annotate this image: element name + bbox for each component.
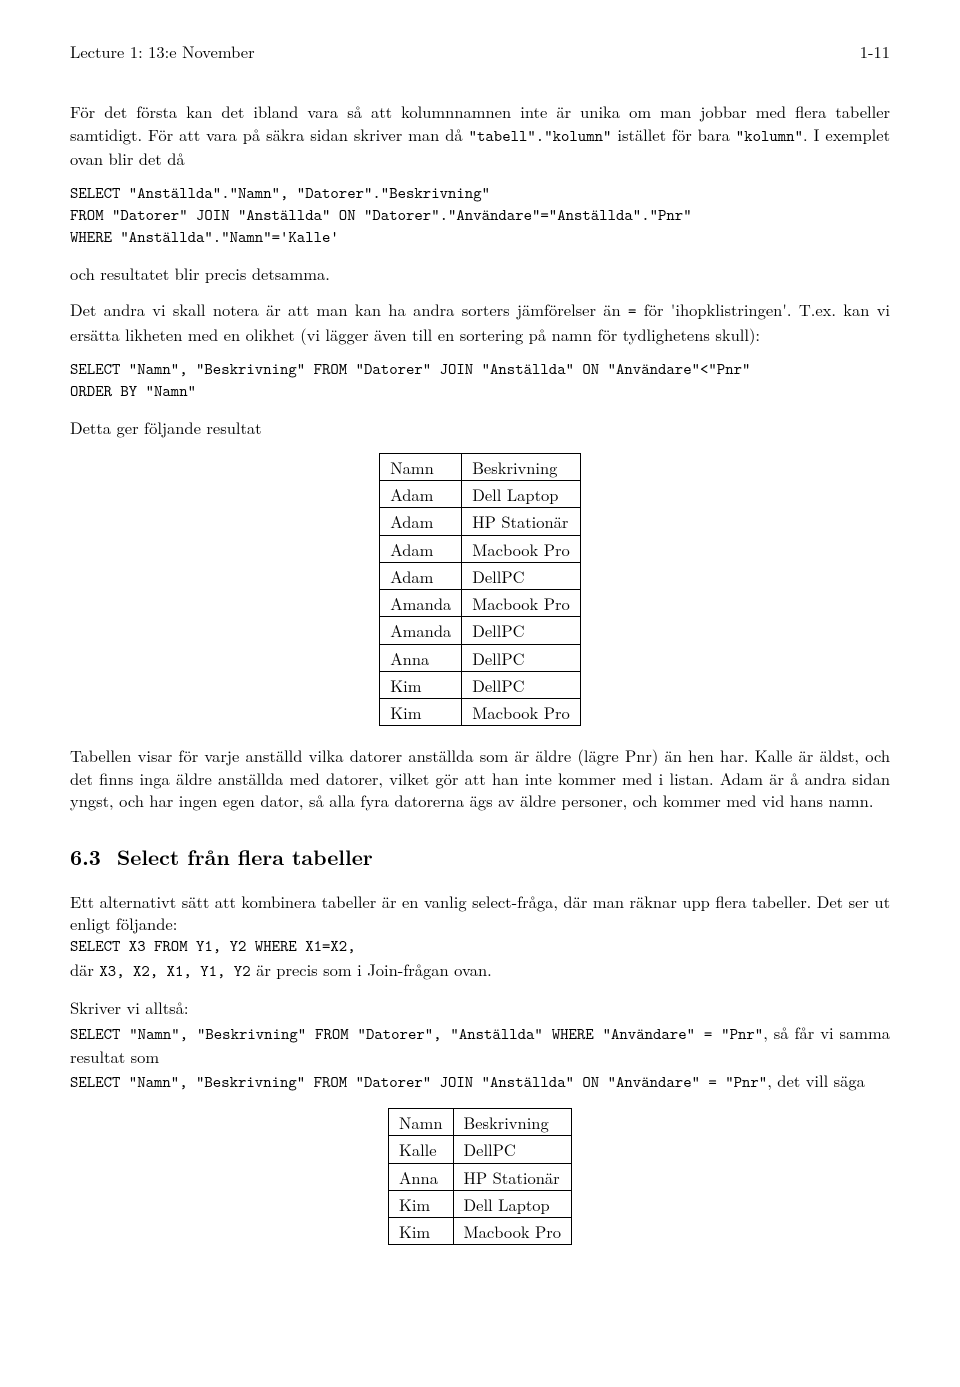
table-cell: HP Stationär — [453, 1163, 571, 1190]
table-row: KimDell Laptop — [388, 1190, 571, 1217]
table-header-cell: Namn — [388, 1108, 453, 1135]
table-row: KalleDellPC — [388, 1136, 571, 1163]
text: Det andra vi skall notera är att man kan… — [70, 297, 628, 321]
table-cell: DellPC — [462, 671, 580, 698]
table-cell: Anna — [388, 1163, 453, 1190]
result-table-2: Namn Beskrivning KalleDellPC AnnaHP Stat… — [388, 1108, 572, 1245]
table-cell: Macbook Pro — [462, 699, 580, 726]
text: där — [70, 957, 99, 981]
table-row: AmandaMacbook Pro — [380, 590, 580, 617]
table-row: AmandaDellPC — [380, 617, 580, 644]
table-row: AnnaHP Stationär — [388, 1163, 571, 1190]
table-cell: DellPC — [462, 617, 580, 644]
code-block-1: SELECT "Anställda"."Namn", "Datorer"."Be… — [70, 183, 890, 248]
table-cell: Kalle — [388, 1136, 453, 1163]
code-inline: X3, X2, X1, Y1, Y2 — [99, 961, 250, 982]
text: istället för bara — [611, 122, 735, 146]
paragraph-8c: SELECT "Namn", "Beskrivning" FROM "Dator… — [70, 1069, 890, 1094]
code-inline: SELECT "Namn", "Beskrivning" FROM "Dator… — [70, 1072, 767, 1093]
table-cell: HP Stationär — [462, 508, 580, 535]
table-header-cell: Beskrivning — [453, 1108, 571, 1135]
table-row: KimMacbook Pro — [388, 1218, 571, 1245]
table-row: AdamDell Laptop — [380, 481, 580, 508]
table-row: Namn Beskrivning — [380, 453, 580, 480]
paragraph-7: där X3, X2, X1, Y1, Y2 är precis som i J… — [70, 958, 890, 983]
table-cell: DellPC — [462, 562, 580, 589]
paragraph-3: Det andra vi skall notera är att man kan… — [70, 298, 890, 345]
table-row: AdamMacbook Pro — [380, 535, 580, 562]
table-row: Namn Beskrivning — [388, 1108, 571, 1135]
table-row: KimMacbook Pro — [380, 699, 580, 726]
table-row: AdamDellPC — [380, 562, 580, 589]
header-left: Lecture 1: 13:e November — [70, 40, 255, 62]
section-heading: 6.3 Select från flera tabeller — [70, 843, 890, 871]
paragraph-8b: SELECT "Namn", "Beskrivning" FROM "Dator… — [70, 1021, 890, 1068]
table-cell: Macbook Pro — [453, 1218, 571, 1245]
section-title: Select från flera tabeller — [117, 842, 373, 872]
section-number: 6.3 — [70, 842, 101, 872]
table-cell: Kim — [380, 699, 462, 726]
paragraph-5: Tabellen visar för varje anställd vilka … — [70, 744, 890, 811]
paragraph-4: Detta ger följande resultat — [70, 416, 890, 438]
table-cell: Dell Laptop — [453, 1190, 571, 1217]
table-cell: Kim — [380, 671, 462, 698]
table-cell: Anna — [380, 644, 462, 671]
table-cell: Adam — [380, 481, 462, 508]
table-cell: Amanda — [380, 590, 462, 617]
paragraph-2: och resultatet blir precis detsamma. — [70, 262, 890, 284]
text: är precis som i Join-frågan ovan. — [251, 957, 492, 981]
table-header-cell: Beskrivning — [462, 453, 580, 480]
table-cell: DellPC — [453, 1136, 571, 1163]
code-inline: "kolumn" — [736, 126, 803, 147]
table-cell: Kim — [388, 1218, 453, 1245]
table-row: KimDellPC — [380, 671, 580, 698]
table-cell: Macbook Pro — [462, 590, 580, 617]
table-row: AdamHP Stationär — [380, 508, 580, 535]
table-cell: Adam — [380, 535, 462, 562]
paragraph-8a: Skriver vi alltså: — [70, 996, 890, 1018]
table-cell: Adam — [380, 508, 462, 535]
code-inline: SELECT "Namn", "Beskrivning" FROM "Dator… — [70, 1024, 763, 1045]
table-cell: Adam — [380, 562, 462, 589]
code-block-3: SELECT X3 FROM Y1, Y2 WHERE X1=X2, — [70, 936, 890, 958]
code-block-2: SELECT "Namn", "Beskrivning" FROM "Dator… — [70, 359, 890, 402]
table-cell: Kim — [388, 1190, 453, 1217]
table-header-cell: Namn — [380, 453, 462, 480]
table-cell: Amanda — [380, 617, 462, 644]
table-cell: Macbook Pro — [462, 535, 580, 562]
page-header: Lecture 1: 13:e November 1-11 — [70, 40, 890, 62]
header-right: 1-11 — [860, 40, 890, 62]
table-cell: Dell Laptop — [462, 481, 580, 508]
paragraph-1: För det första kan det ibland vara så at… — [70, 100, 890, 169]
result-table-1: Namn Beskrivning AdamDell Laptop AdamHP … — [379, 453, 580, 727]
text: , det vill säga — [767, 1068, 865, 1092]
table-row: AnnaDellPC — [380, 644, 580, 671]
paragraph-6: Ett alternativt sätt att kombinera tabel… — [70, 890, 890, 935]
code-inline: "tabell"."kolumn" — [469, 126, 612, 147]
table-cell: DellPC — [462, 644, 580, 671]
